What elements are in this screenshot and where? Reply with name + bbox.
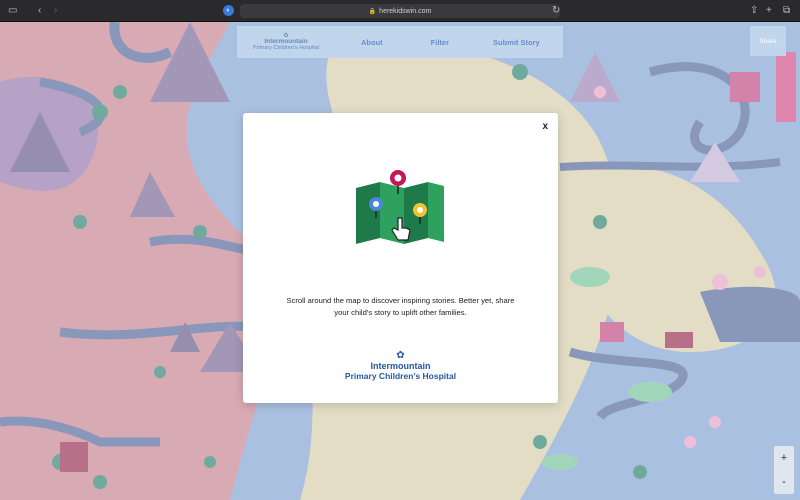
share-icon[interactable]: ⇪ xyxy=(750,4,758,18)
zoom-in-button[interactable]: + xyxy=(781,452,787,464)
brand-line1: Intermountain xyxy=(370,361,431,371)
site-favicon: ◐ xyxy=(223,5,234,16)
brand-line2: Primary Children’s Hospital xyxy=(344,371,457,381)
zoom-out-button[interactable]: - xyxy=(782,476,786,488)
close-button[interactable]: x xyxy=(542,121,548,132)
intro-message: Scroll around the map to discover inspir… xyxy=(286,296,515,317)
reload-icon[interactable]: ↻ xyxy=(552,4,560,18)
zoom-controls: + - xyxy=(774,446,794,494)
folded-map-icon xyxy=(356,170,444,244)
browser-toolbar: ▭ ‹ › ◐ 🔒 herekidswin.com ↻ ⇪ + ⧉ xyxy=(0,0,800,22)
intro-modal: x Scroll around the map to discover insp… xyxy=(243,113,558,403)
tabs-icon[interactable]: ⧉ xyxy=(783,4,790,18)
address-bar[interactable]: 🔒 herekidswin.com xyxy=(240,4,560,18)
back-icon[interactable]: ‹ xyxy=(38,4,41,18)
brand-mark-icon: ✿ xyxy=(396,350,405,361)
new-tab-icon[interactable]: + xyxy=(766,4,772,18)
lock-icon: 🔒 xyxy=(368,8,377,15)
sidebar-icon[interactable]: ▭ xyxy=(8,4,17,18)
url-text: herekidswin.com xyxy=(379,7,432,15)
forward-icon[interactable]: › xyxy=(54,4,57,18)
modal-brand-logo: ✿ Intermountain Primary Children’s Hospi… xyxy=(243,350,558,382)
